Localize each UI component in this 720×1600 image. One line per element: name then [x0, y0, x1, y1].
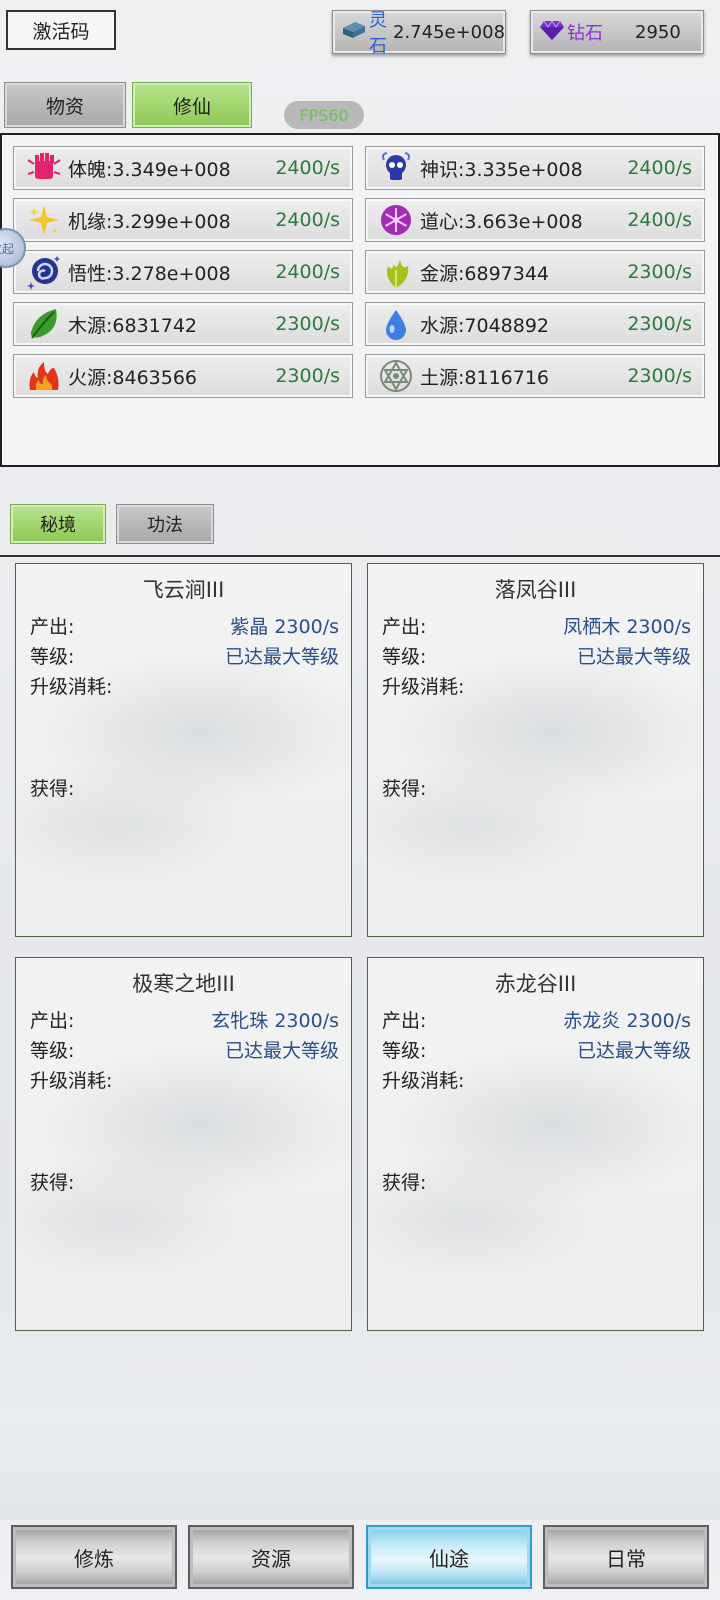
output-value: 紫晶 2300/s — [230, 616, 339, 638]
stat-label: 道心:3.663e+008 — [420, 210, 583, 233]
sparkle-icon — [24, 200, 64, 240]
stat-fire-source[interactable]: 火源:8463566 2300/s — [13, 354, 353, 398]
snowflake-icon — [376, 200, 416, 240]
stat-rate: 2400/s — [627, 209, 692, 231]
card-title: 落凤谷III — [494, 578, 577, 602]
fire-icon — [24, 356, 64, 396]
stat-comprehension[interactable]: 悟性:3.278e+008 2400/s — [13, 250, 353, 294]
output-value: 凤栖木 2300/s — [563, 616, 691, 638]
stat-water-source[interactable]: 水源:7048892 2300/s — [365, 302, 705, 346]
hexagram-icon — [376, 356, 416, 396]
diamond-icon — [539, 19, 565, 46]
output-value: 玄牝珠 2300/s — [211, 1010, 339, 1032]
nav-daily[interactable]: 日常 — [543, 1525, 709, 1589]
stat-label: 体魄:3.349e+008 — [68, 158, 231, 181]
stat-label: 神识:3.335e+008 — [420, 158, 583, 181]
upgrade-cost-label: 升级消耗: — [382, 1070, 465, 1092]
activation-code-button[interactable]: 激活码 — [6, 10, 116, 50]
stat-wood-source[interactable]: 木源:6831742 2300/s — [13, 302, 353, 346]
stat-metal-source[interactable]: 金源:6897344 2300/s — [365, 250, 705, 294]
spirit-stone-label: 灵石 — [369, 10, 387, 57]
diamond-value: 2950 — [635, 21, 681, 43]
output-value: 赤龙炎 2300/s — [563, 1010, 691, 1032]
level-label: 等级: — [382, 646, 427, 668]
realm-card[interactable]: 飞云涧III 产出: 紫晶 2300/s 等级: 已达最大等级 升级消耗: 获得: — [15, 563, 352, 937]
diamond-counter: 钻石 2950 — [530, 10, 704, 54]
stat-label: 土源:8116716 — [420, 366, 550, 389]
upgrade-cost-label: 升级消耗: — [30, 1070, 113, 1092]
stat-rate: 2300/s — [627, 365, 692, 387]
water-drop-icon — [376, 304, 416, 344]
stat-rate: 2300/s — [627, 261, 692, 283]
stat-rate: 2400/s — [275, 261, 340, 283]
card-title: 飞云涧III — [142, 578, 225, 602]
level-value: 已达最大等级 — [224, 1040, 339, 1062]
stat-spirit[interactable]: 神识:3.335e+008 2400/s — [365, 146, 705, 190]
section-divider — [0, 555, 720, 557]
realm-card[interactable]: 赤龙谷III 产出: 赤龙炎 2300/s 等级: 已达最大等级 升级消耗: 获得: — [367, 957, 704, 1331]
nav-cultivate[interactable]: 修炼 — [11, 1525, 177, 1589]
stat-rate: 2400/s — [275, 209, 340, 231]
level-value: 已达最大等级 — [576, 646, 691, 668]
spirit-stone-icon — [341, 20, 367, 45]
stat-label: 水源:7048892 — [420, 314, 550, 337]
output-label: 产出: — [382, 616, 427, 638]
leaf-icon — [24, 304, 64, 344]
stat-rate: 2300/s — [275, 313, 340, 335]
stat-label: 悟性:3.278e+008 — [68, 262, 231, 285]
gain-label: 获得: — [30, 778, 75, 800]
tab-supplies[interactable]: 物资 — [4, 82, 126, 128]
level-value: 已达最大等级 — [224, 646, 339, 668]
fps-indicator: FPS60 — [284, 101, 364, 129]
level-label: 等级: — [30, 1040, 75, 1062]
tab-cultivation[interactable]: 修仙 — [132, 82, 252, 128]
spirit-stone-value: 2.745e+008 — [393, 21, 506, 43]
background-mist — [0, 1420, 720, 1520]
output-label: 产出: — [30, 616, 75, 638]
tab-techniques[interactable]: 功法 — [116, 504, 214, 544]
stat-label: 木源:6831742 — [68, 314, 198, 337]
stat-rate: 2300/s — [627, 313, 692, 335]
gain-label: 获得: — [382, 1172, 427, 1194]
realm-card[interactable]: 落凤谷III 产出: 凤栖木 2300/s 等级: 已达最大等级 升级消耗: 获得: — [367, 563, 704, 937]
swirl-icon — [24, 252, 64, 292]
level-label: 等级: — [30, 646, 75, 668]
stat-body[interactable]: 体魄:3.349e+008 2400/s — [13, 146, 353, 190]
level-label: 等级: — [382, 1040, 427, 1062]
card-title: 极寒之地III — [132, 972, 235, 996]
spirit-stone-counter: 灵石 2.745e+008 — [332, 10, 506, 57]
nav-immortal-path[interactable]: 仙途 — [366, 1525, 532, 1589]
gain-label: 获得: — [30, 1172, 75, 1194]
realm-card[interactable]: 极寒之地III 产出: 玄牝珠 2300/s 等级: 已达最大等级 升级消耗: 获得… — [15, 957, 352, 1331]
stat-rate: 2300/s — [275, 365, 340, 387]
gold-leaf-icon — [376, 252, 416, 292]
stat-label: 金源:6897344 — [420, 262, 550, 285]
diamond-label: 钻石 — [567, 23, 603, 44]
output-label: 产出: — [30, 1010, 75, 1032]
output-label: 产出: — [382, 1010, 427, 1032]
stat-label: 火源:8463566 — [68, 366, 198, 389]
card-title: 赤龙谷III — [494, 972, 577, 996]
upgrade-cost-label: 升级消耗: — [30, 676, 113, 698]
skull-icon — [376, 148, 416, 188]
stat-fortune[interactable]: 机缘:3.299e+008 2400/s — [13, 198, 353, 242]
stat-earth-source[interactable]: 土源:8116716 2300/s — [365, 354, 705, 398]
level-value: 已达最大等级 — [576, 1040, 691, 1062]
upgrade-cost-label: 升级消耗: — [382, 676, 465, 698]
stat-rate: 2400/s — [275, 157, 340, 179]
stat-label: 机缘:3.299e+008 — [68, 210, 231, 233]
nav-resources[interactable]: 资源 — [188, 1525, 354, 1589]
stat-dao-heart[interactable]: 道心:3.663e+008 2400/s — [365, 198, 705, 242]
tab-secret-realm[interactable]: 秘境 — [10, 504, 106, 544]
stat-rate: 2400/s — [627, 157, 692, 179]
gain-label: 获得: — [382, 778, 427, 800]
fist-icon — [24, 148, 64, 188]
